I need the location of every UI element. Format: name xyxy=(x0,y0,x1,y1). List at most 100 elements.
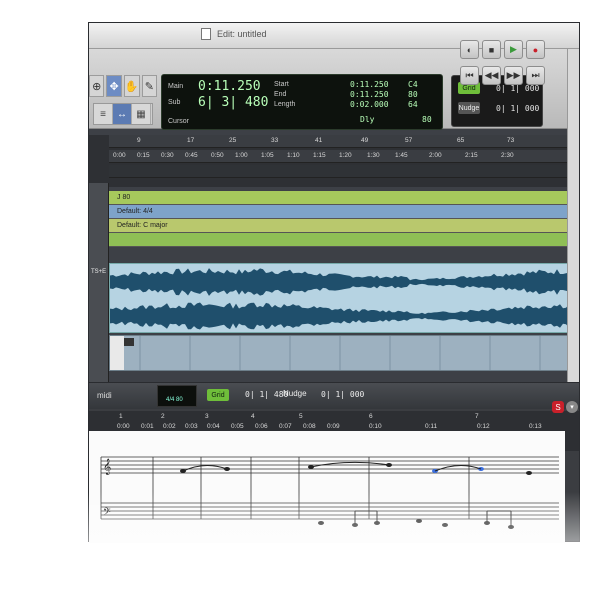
shuffle-mode-icon[interactable]: ≡ xyxy=(94,104,113,124)
edit-mode-group: ≡ ↔ ▦ xyxy=(93,103,153,125)
end-label: End xyxy=(274,91,287,98)
score-time-tick: 0:00 xyxy=(117,423,130,430)
grid-value[interactable]: 0| 1| 000 xyxy=(496,84,539,93)
score-time-tick: 0:12 xyxy=(477,423,490,430)
pitch-value[interactable]: C4 xyxy=(408,80,418,89)
time-tick: 0:15 xyxy=(137,152,150,159)
score-time-tick: 0:03 xyxy=(185,423,198,430)
transport-controls: ◐ ■ ▶ ● ⏮ ◀◀ ▶▶ ⏭ xyxy=(460,14,580,85)
score-time-tick: 0:07 xyxy=(279,423,292,430)
bar-tick: 73 xyxy=(507,137,515,144)
extra-value[interactable]: 64 xyxy=(408,100,418,109)
bpm-value[interactable]: 80 xyxy=(422,115,432,124)
bar-tick: 41 xyxy=(315,137,323,144)
score-editor-window: midi 4/4 80 Grid 0| 1| 480 Nudge 0| 1| 0… xyxy=(88,382,580,543)
go-to-end-button[interactable]: ⏭ xyxy=(526,66,545,85)
window-title: Edit: untitled xyxy=(217,29,267,39)
stop-button[interactable]: ■ xyxy=(482,40,501,59)
rewind-button[interactable]: ◀◀ xyxy=(482,66,501,85)
sub-label: Sub xyxy=(168,99,181,106)
rewind-start-button[interactable]: ⏮ xyxy=(460,66,479,85)
score-time-tick: 0:02 xyxy=(163,423,176,430)
bar-tick: 57 xyxy=(405,137,413,144)
score-time-tick: 0:09 xyxy=(327,423,340,430)
cursor-label: Cursor xyxy=(168,118,190,125)
score-notation: 𝄞 𝄢 xyxy=(100,456,559,529)
time-tick: 2:00 xyxy=(429,152,442,159)
time-tick: 2:15 xyxy=(465,152,478,159)
vertical-scrollbar[interactable] xyxy=(567,49,579,389)
score-nudge-value[interactable]: 0| 1| 000 xyxy=(321,390,364,399)
bar-tick: 65 xyxy=(457,137,465,144)
score-bar-tick: 2 xyxy=(161,413,165,420)
score-bar-tick: 3 xyxy=(205,413,209,420)
time-tick: 1:20 xyxy=(339,152,352,159)
meter-display-text: 4/4 80 xyxy=(166,397,183,403)
length-label: Length xyxy=(274,101,296,108)
time-tick: 0:50 xyxy=(211,152,224,159)
score-grid-button[interactable]: Grid xyxy=(207,389,229,401)
time-tick: 1:30 xyxy=(367,152,380,159)
nudge-button[interactable]: Nudge xyxy=(458,102,480,114)
time-tick: 2:30 xyxy=(501,152,514,159)
bass-clef-icon: 𝄢 xyxy=(103,506,111,520)
tempo-lane[interactable]: J 80 xyxy=(109,191,579,205)
trim-tool-icon[interactable]: ✥ xyxy=(106,75,122,97)
document-icon xyxy=(201,28,211,40)
main-counter-value[interactable]: 0:11.250 xyxy=(198,79,261,94)
grid-mode-icon[interactable]: ▦ xyxy=(132,104,151,124)
end-value[interactable]: 0:11.250 xyxy=(350,90,389,99)
score-time-tick: 0:13 xyxy=(529,423,542,430)
score-grid-value[interactable]: 0| 1| 480 xyxy=(245,390,288,399)
marker-ruler-row xyxy=(109,165,569,178)
time-tick: 1:45 xyxy=(395,152,408,159)
midi-clip-lane[interactable] xyxy=(109,335,569,371)
bar-tick: 33 xyxy=(271,137,279,144)
nudge-value[interactable]: 0| 1| 000 xyxy=(496,104,539,113)
bar-tick: 25 xyxy=(229,137,237,144)
start-value[interactable]: 0:11.250 xyxy=(350,80,389,89)
key-lane[interactable]: Default: C major xyxy=(109,219,579,233)
velocity-value[interactable]: 80 xyxy=(408,90,418,99)
pro-tools-composite: Edit: untitled ⊕ ✥ ✋ ✎ ≡ ↔ ▦ Main Sub Cu… xyxy=(0,0,597,600)
midi-track-selector[interactable]: midi xyxy=(97,391,112,400)
score-bar-tick: 5 xyxy=(299,413,303,420)
midi-lane-graphic xyxy=(110,336,541,370)
time-tick: 0:00 xyxy=(113,152,126,159)
score-options-icon[interactable]: ▾ xyxy=(566,401,578,413)
score-bar-tick: 4 xyxy=(251,413,255,420)
meter-lane[interactable]: Default: 4/4 xyxy=(109,205,579,219)
score-bar-tick: 7 xyxy=(475,413,479,420)
score-time-tick: 0:01 xyxy=(141,423,154,430)
audio-clip[interactable] xyxy=(109,263,569,333)
timeline-ruler: 9 17 25 33 41 49 57 65 73 0:00 0:15 0:30… xyxy=(89,135,579,187)
pencil-tool-icon[interactable]: ✎ xyxy=(141,75,158,97)
chord-lane[interactable] xyxy=(109,233,579,247)
fast-forward-button[interactable]: ▶▶ xyxy=(504,66,523,85)
sub-counter-value[interactable]: 6| 3| 480 xyxy=(198,95,268,110)
time-tick: 0:45 xyxy=(185,152,198,159)
time-tick: 1:00 xyxy=(235,152,248,159)
online-button[interactable]: ◐ xyxy=(460,40,479,59)
slip-mode-icon[interactable]: ↔ xyxy=(113,104,132,124)
dly-label[interactable]: Dly xyxy=(360,115,374,124)
bars-ruler-row xyxy=(109,135,569,148)
meter-marker: Default: 4/4 xyxy=(117,208,153,215)
zoom-tool-icon[interactable]: ⊕ xyxy=(89,75,105,97)
score-time-tick: 0:08 xyxy=(303,423,316,430)
tempo-marker: J 80 xyxy=(117,194,131,201)
score-sheet[interactable]: 𝄞 𝄢 xyxy=(89,431,565,543)
length-value[interactable]: 0:02.000 xyxy=(350,100,389,109)
score-close-icon[interactable]: S xyxy=(552,401,564,413)
main-label: Main xyxy=(168,83,184,90)
record-button[interactable]: ● xyxy=(526,40,545,59)
start-label: Start xyxy=(274,81,289,88)
play-button[interactable]: ▶ xyxy=(504,40,523,59)
bar-tick: 49 xyxy=(361,137,369,144)
meter-display: 4/4 80 xyxy=(157,385,197,407)
time-tick: 1:15 xyxy=(313,152,326,159)
main-counter: Main Sub Cursor 0:11.250 6| 3| 480 Start… xyxy=(161,74,443,130)
score-nudge-button[interactable]: Nudge xyxy=(283,389,307,398)
grabber-tool-icon[interactable]: ✋ xyxy=(123,75,140,97)
track-side-label: TS+E xyxy=(91,269,107,275)
